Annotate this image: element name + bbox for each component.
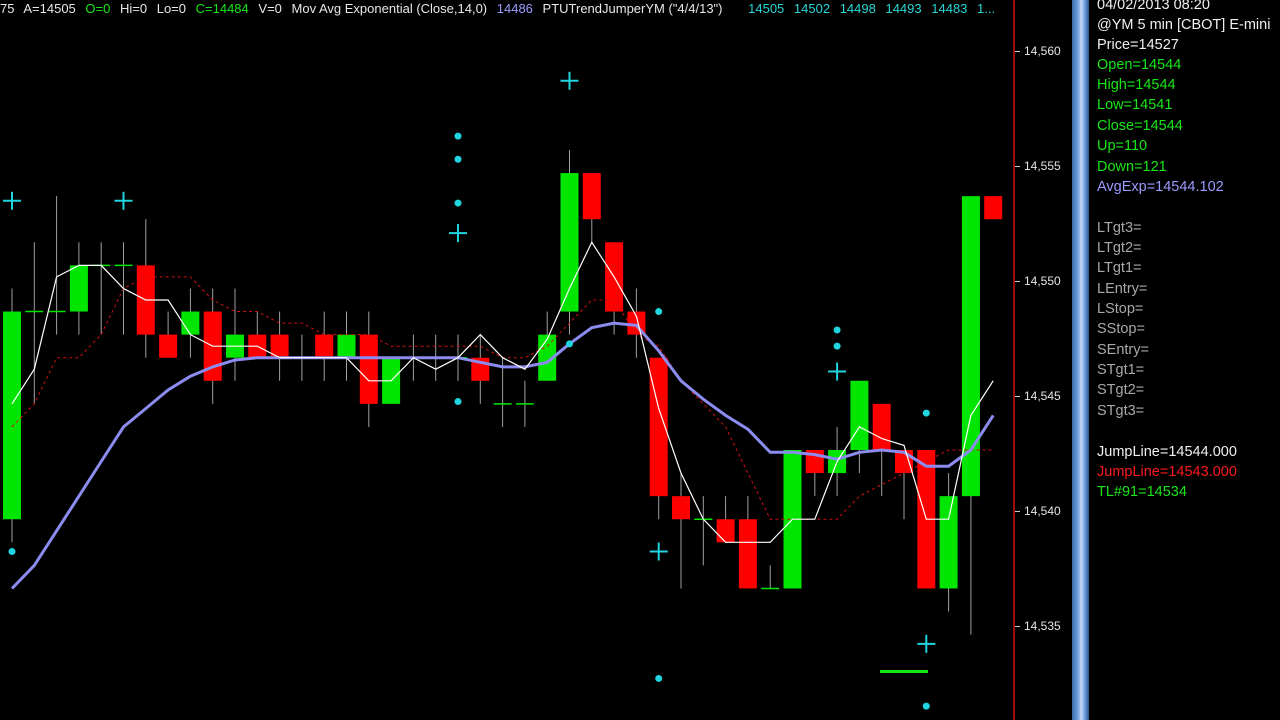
info-jumpline-green: JumpLine=14544.000 [1097,444,1237,460]
dot-marker [655,674,663,682]
info-low: Low=14541 [1097,97,1173,113]
candle-down [582,173,601,220]
indicator2-value: 14483 [931,1,968,16]
axis-tick [1015,166,1020,167]
header-open: O=0 [85,1,111,16]
dot-marker [833,342,841,350]
indicator2-value: 14505 [748,1,785,16]
indicator2-value: 14498 [839,1,876,16]
chart-area[interactable]: 75 A=14505 O=0 Hi=0 Lo=0 C=14484 V=0 Mov… [0,0,1015,720]
candle-down [716,519,735,543]
candle-up [69,265,88,312]
candle-up [181,311,200,335]
dot-marker [566,340,573,348]
price-tick-label: 14,555 [1024,159,1061,173]
candle-up [560,173,579,312]
info-down: Down=121 [1097,159,1167,175]
info-target: SStop= [1097,321,1145,337]
info-open: Open=14544 [1097,57,1182,73]
header-high: Hi=0 [119,1,148,16]
info-target: LTgt1= [1097,260,1142,276]
info-tl: TL#91=14534 [1097,484,1187,500]
dot-marker [922,409,930,417]
info-datetime: 04/02/2013 08:20 [1097,0,1210,13]
candle-up [939,496,958,589]
candle-down [984,196,1003,220]
dot-marker [454,398,462,406]
candle-down [872,403,891,450]
indicator1-value: 14486 [496,1,533,16]
header-volume: V=0 [258,1,282,16]
indicator2-value: 14493 [885,1,922,16]
dot-marker [655,308,663,316]
header-close: C=14484 [195,1,249,16]
chart-header: 75 A=14505 O=0 Hi=0 Lo=0 C=14484 V=0 Mov… [0,0,1015,18]
price-tick-label: 14,540 [1024,504,1061,518]
candle-down [672,496,690,520]
price-axis[interactable]: 14,560 14,555 14,550 14,545 14,540 14,53… [1015,0,1072,720]
info-avgexp: AvgExp=14544.102 [1097,179,1224,195]
header-low: Lo=0 [156,1,187,16]
panel-splitter[interactable] [1072,0,1089,720]
candle-down [738,519,757,589]
candle-up [850,380,869,450]
price-chart[interactable] [0,0,1015,720]
info-target: SEntry= [1097,342,1149,358]
info-target: LEntry= [1097,281,1148,297]
info-target: STgt2= [1097,382,1145,398]
info-high: High=14544 [1097,77,1176,93]
candle-down [315,334,334,358]
axis-tick [1015,51,1020,52]
indicator2-value: 1... [977,1,996,16]
indicator2-name: PTUTrendJumperYM ("4/4/13") [542,1,723,16]
dot-marker [454,132,462,140]
header-ask: A=14505 [23,1,76,16]
axis-tick [1015,396,1020,397]
indicator1-name: Mov Avg Exponential (Close,14,0) [291,1,488,16]
info-jumpline-red: JumpLine=14543.000 [1097,464,1237,480]
axis-tick [1015,281,1020,282]
candle-up [3,311,21,520]
data-window: 04/02/2013 08:20 @YM 5 min [CBOT] E-mini… [1089,0,1280,720]
axis-tick [1015,511,1020,512]
axis-tick [1015,626,1020,627]
price-tick-label: 14,550 [1024,274,1061,288]
indicator2-value: 14502 [793,1,831,16]
price-tick-label: 14,535 [1024,619,1061,633]
dot-marker [8,548,16,556]
dot-marker [922,702,930,710]
info-target: STgt3= [1097,403,1145,419]
dot-marker [454,155,462,163]
info-close: Close=14544 [1097,118,1183,134]
info-price: Price=14527 [1097,37,1179,53]
candle-down [359,334,378,404]
info-target: LTgt3= [1097,220,1142,236]
info-target: STgt1= [1097,362,1145,378]
info-up: Up=110 [1097,138,1148,154]
candle-up [337,334,356,358]
price-tick-label: 14,560 [1024,44,1061,58]
dot-marker [454,199,462,207]
info-target: LTgt2= [1097,240,1142,256]
price-tick-label: 14,545 [1024,389,1061,403]
header-partial: 75 [0,1,15,16]
candle-down [159,334,178,358]
dot-marker [833,326,841,334]
info-target: LStop= [1097,301,1144,317]
info-symbol: @YM 5 min [CBOT] E-mini [1097,17,1271,33]
